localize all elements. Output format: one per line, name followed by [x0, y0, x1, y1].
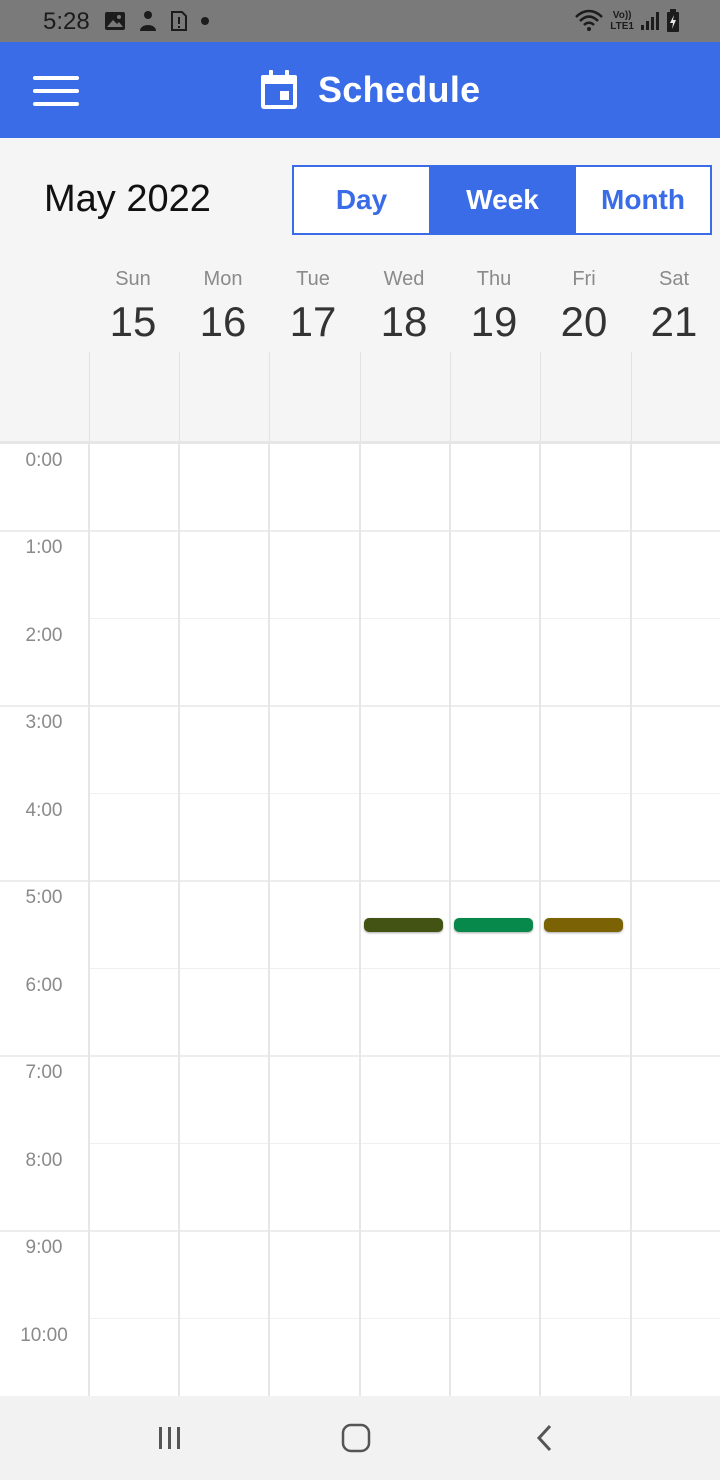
hour-label: 7:00 [25, 1062, 63, 1083]
day-view-button[interactable]: Day [294, 167, 431, 233]
menu-line [33, 89, 79, 93]
day-divider [630, 444, 632, 1396]
app-title-group: Schedule [260, 66, 480, 114]
menu-line [33, 76, 79, 80]
allday-divider [631, 352, 632, 442]
day-number: 18 [380, 298, 428, 345]
calendar-event[interactable] [364, 918, 443, 933]
home-icon[interactable] [326, 1418, 386, 1458]
status-bar: 5:28 Vo)) LTE1 [0, 0, 720, 42]
allday-divider [540, 352, 541, 442]
day-divider [359, 444, 361, 1396]
app-title: Schedule [318, 69, 481, 110]
allday-divider [450, 352, 451, 442]
day-name: Thu [476, 268, 512, 290]
day-name: Sat [658, 268, 690, 290]
week-view-button[interactable]: Week [431, 167, 574, 233]
month-title: May 2022 [44, 178, 211, 220]
hour-label: 5:00 [25, 887, 63, 908]
hour-divider [90, 618, 720, 619]
day-header-mon[interactable]: Mon 16 [178, 266, 268, 346]
day-number: 16 [199, 298, 247, 345]
view-switcher: Day Week Month [292, 165, 712, 235]
hour-divider [90, 1318, 720, 1319]
allday-divider [179, 352, 180, 442]
allday-divider [89, 352, 90, 442]
image-icon [105, 12, 125, 30]
day-name: Fri [572, 268, 596, 290]
signal-icon [641, 12, 659, 30]
volte-icon: Vo)) LTE1 [610, 10, 634, 32]
hour-label: 9:00 [25, 1237, 63, 1258]
day-header-tue[interactable]: Tue 17 [268, 266, 358, 346]
hour-label: 4:00 [25, 800, 63, 821]
hour-divider [90, 1143, 720, 1144]
day-number: 19 [470, 298, 518, 345]
day-divider [88, 444, 90, 1396]
day-number: 17 [289, 298, 337, 345]
volte-label-top: Vo)) [612, 10, 632, 21]
hour-divider [90, 793, 720, 794]
hour-label: 1:00 [25, 537, 63, 558]
calendar-header: May 2022 Day Week Month Sun 15 Mon 16 Tu… [0, 138, 720, 442]
day-divider [539, 444, 541, 1396]
allday-divider [269, 352, 270, 442]
day-header-sat[interactable]: Sat 21 [629, 266, 719, 346]
person-icon [140, 11, 156, 31]
volte-label-bottom: LTE1 [610, 21, 634, 32]
calendar-icon [261, 70, 297, 109]
dot-icon [201, 17, 209, 25]
menu-line [33, 102, 79, 106]
hour-label: 8:00 [25, 1150, 63, 1171]
hour-label: 3:00 [25, 712, 63, 733]
wifi-icon [575, 9, 604, 31]
app-bar: Schedule [0, 42, 720, 138]
day-name: Wed [383, 268, 425, 290]
day-number: 20 [560, 298, 608, 345]
month-view-button[interactable]: Month [574, 167, 710, 233]
back-icon[interactable] [514, 1418, 574, 1458]
calendar-event[interactable] [544, 918, 623, 933]
day-name: Tue [296, 268, 330, 290]
day-divider [268, 444, 270, 1396]
status-left-icons [104, 10, 210, 32]
day-name: Mon [203, 268, 243, 290]
recent-apps-icon[interactable] [140, 1418, 200, 1458]
hour-label: 0:00 [25, 450, 63, 471]
status-right-icons: Vo)) LTE1 [574, 8, 680, 34]
status-time: 5:28 [43, 8, 90, 35]
hour-label: 2:00 [25, 625, 63, 646]
hour-divider [90, 968, 720, 969]
week-grid[interactable]: 0:00 1:00 2:00 3:00 4:00 5:00 6:00 7:00 … [0, 444, 720, 1396]
day-header-fri[interactable]: Fri 20 [539, 266, 629, 346]
hamburger-menu-icon[interactable] [28, 66, 84, 116]
hour-label: 6:00 [25, 975, 63, 996]
day-header-thu[interactable]: Thu 19 [449, 266, 539, 346]
battery-charging-icon [667, 9, 679, 32]
day-number: 21 [650, 298, 698, 345]
sim-alert-icon [171, 11, 187, 31]
allday-divider [360, 352, 361, 442]
calendar-event[interactable] [454, 918, 533, 933]
day-header-sun[interactable]: Sun 15 [88, 266, 178, 346]
hour-label: 10:00 [20, 1325, 68, 1346]
day-header-wed[interactable]: Wed 18 [359, 266, 449, 346]
day-divider [449, 444, 451, 1396]
navigation-bar [0, 1396, 720, 1480]
day-number: 15 [109, 298, 157, 345]
day-divider [178, 444, 180, 1396]
day-name: Sun [115, 268, 151, 290]
